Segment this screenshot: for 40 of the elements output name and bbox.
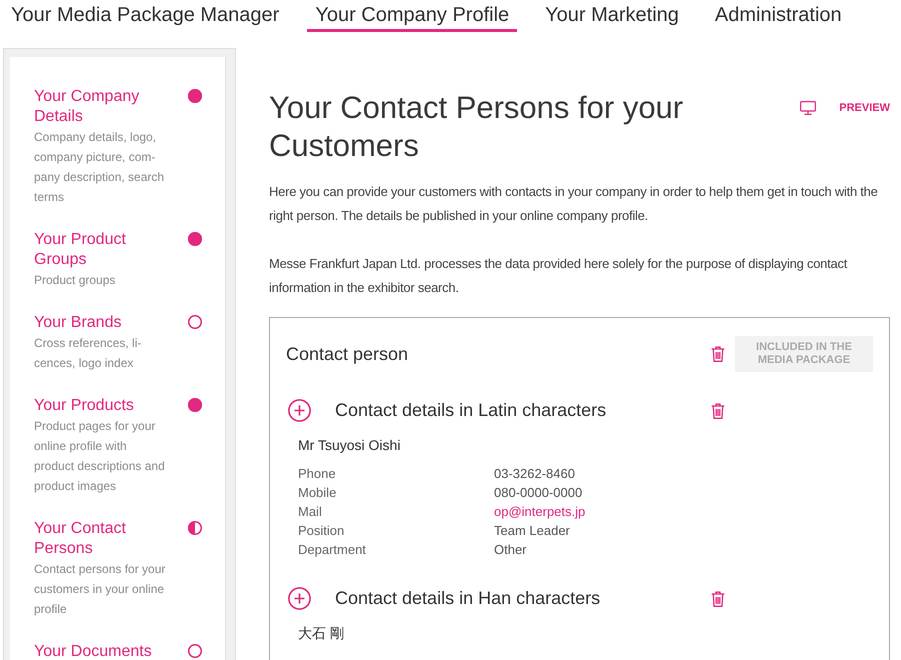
privacy-notice: Messe Frankfurt Japan Ltd. processes the data provided here solely for the purpose of displaying contact information in the exhibitor search. (269, 255, 848, 297)
intro-text: Here you can provide your customers with contacts in your company in order to help them get in touch with the right person. The details be published in your online company profile. (269, 183, 879, 225)
nav-tab[interactable]: Your Media Package Manager (3, 0, 288, 32)
preview-button[interactable]: PREVIEW (800, 101, 890, 115)
contact-name: 大石 剛 (298, 624, 345, 642)
sidebar-link[interactable]: Your Brands (34, 313, 122, 333)
field-value: 03-3262-8460 (494, 465, 575, 483)
field-label: Department (298, 541, 366, 559)
sidebar-description: Company details, logo, company picture, com-pany description, search terms (34, 129, 166, 206)
sidebar-link[interactable]: Your Product Groups (34, 230, 168, 270)
trash-icon[interactable] (711, 590, 725, 606)
card-title: Contact person (286, 342, 410, 366)
sidebar-description: Cross references, li-cences, logo index (34, 335, 142, 372)
sidebar-description: Product groups (34, 272, 116, 289)
nav-tab[interactable]: Administration (706, 0, 850, 32)
section-title: Contact details in Han characters (335, 587, 602, 610)
field-value: Team Leader (494, 522, 570, 540)
sidebar-link[interactable]: Your Documents (34, 642, 152, 660)
plus-circle-icon[interactable] (288, 399, 311, 422)
nav-tab[interactable]: Your Marketing (537, 0, 687, 32)
sidebar-description: Product pages for your online profile with product descriptions and product images (34, 418, 166, 495)
sidebar-link[interactable]: Your Contact Persons (34, 519, 168, 559)
field-label: Phone (298, 465, 336, 483)
field-value: Other (494, 541, 527, 559)
section-title: Contact details in Latin characters (335, 399, 608, 422)
sidebar-description: Contact persons for your customers in your online profile (34, 561, 166, 618)
sidebar-link[interactable]: Your Company Details (34, 87, 168, 127)
nav-tab[interactable]: Your Company Profile (307, 0, 518, 32)
field-label: Position (298, 522, 344, 540)
field-value: 080-0000-0000 (494, 484, 582, 502)
monitor-icon (800, 101, 816, 115)
field-label: Mobile (298, 484, 336, 502)
trash-icon[interactable] (711, 346, 725, 362)
trash-icon[interactable] (711, 402, 725, 418)
email-link[interactable]: op@interpets.jp (494, 502, 586, 521)
page-title: Your Contact Persons for your Customers (269, 89, 684, 165)
contact-name: Mr Tsuyosi Oishi (298, 436, 402, 454)
sidebar-link[interactable]: Your Products (34, 396, 134, 416)
field-label: Mail (298, 503, 322, 521)
plus-circle-icon[interactable] (288, 587, 311, 610)
